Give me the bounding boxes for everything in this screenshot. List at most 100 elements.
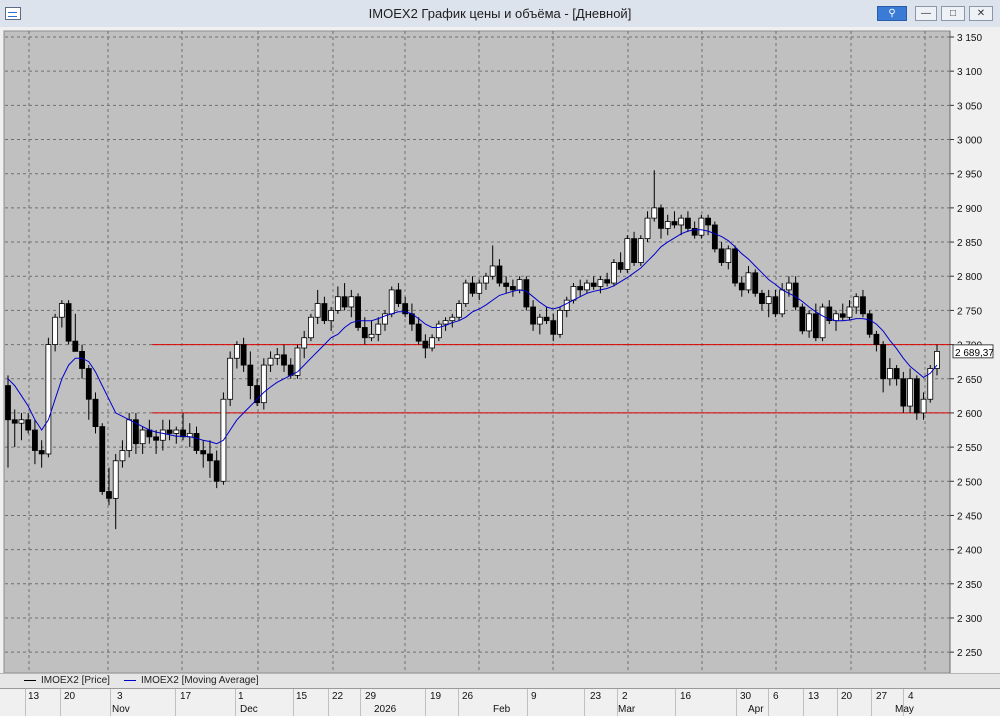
candle-body bbox=[281, 354, 287, 366]
candle-body bbox=[550, 320, 557, 335]
candle-body bbox=[321, 303, 328, 322]
time-axis-tick bbox=[458, 689, 459, 716]
candle-body bbox=[375, 323, 382, 335]
candle-body bbox=[361, 327, 368, 339]
candle-body bbox=[254, 385, 260, 404]
candle-body bbox=[449, 316, 456, 322]
candle-body bbox=[328, 309, 335, 322]
candle-body bbox=[886, 368, 893, 380]
candle-body bbox=[45, 344, 52, 455]
candle-body bbox=[267, 357, 274, 366]
time-axis-month-label: Nov bbox=[112, 704, 130, 715]
plot-area[interactable] bbox=[3, 30, 951, 673]
candle-body bbox=[5, 385, 11, 421]
legend-label-price: IMOEX2 [Price] bbox=[41, 675, 110, 686]
candle-body bbox=[685, 217, 691, 229]
candle-body bbox=[893, 368, 900, 380]
time-axis-month-label: 2026 bbox=[374, 704, 397, 715]
candle-body bbox=[792, 282, 799, 308]
candle-body bbox=[577, 286, 584, 291]
candle-body bbox=[112, 460, 119, 499]
candle-body bbox=[334, 296, 341, 311]
time-axis-tick bbox=[736, 689, 737, 716]
candle-body bbox=[617, 262, 624, 270]
candle-body bbox=[38, 450, 45, 455]
candle-body bbox=[563, 299, 570, 311]
price-axis-label: 3 000 bbox=[957, 136, 982, 147]
time-axis: 13 20 3 17 1 15 22 29 19 26 9 23 2 16 30 6 13 20 27 4 Nov Dec… bbox=[0, 688, 1000, 716]
candle-body bbox=[153, 436, 160, 441]
candle-body bbox=[32, 429, 38, 451]
candle-body bbox=[873, 333, 880, 345]
candle-body bbox=[287, 364, 294, 376]
time-axis-day-label: 2 bbox=[622, 691, 628, 702]
price-axis-label: 3 100 bbox=[957, 67, 982, 78]
time-axis-tick bbox=[235, 689, 236, 716]
close-button[interactable]: ✕ bbox=[969, 6, 993, 21]
candle-body bbox=[651, 207, 658, 219]
candle-body bbox=[308, 316, 314, 339]
candle-body bbox=[557, 309, 563, 335]
candle-body bbox=[503, 282, 510, 287]
time-axis-day-label: 27 bbox=[876, 691, 888, 702]
last-price-marker: 2 689,37 bbox=[952, 344, 994, 359]
candle-body bbox=[711, 224, 718, 250]
time-axis-day-label: 17 bbox=[180, 691, 192, 702]
legend: IMOEX2 [Price] IMOEX2 [Moving Average] bbox=[0, 673, 1000, 689]
candle-body bbox=[166, 429, 173, 434]
last-price-label: 2 689,37 bbox=[955, 348, 994, 359]
candle-body bbox=[58, 303, 65, 318]
time-axis-tick bbox=[584, 689, 585, 716]
candle-body bbox=[483, 275, 489, 284]
candle-body bbox=[907, 378, 913, 407]
candle-body bbox=[772, 296, 779, 315]
candle-body bbox=[388, 289, 395, 315]
maximize-button[interactable]: □ bbox=[941, 6, 965, 21]
legend-label-moving-average: IMOEX2 [Moving Average] bbox=[141, 675, 259, 686]
candle-body bbox=[139, 429, 146, 445]
candle-body bbox=[489, 265, 496, 277]
candle-body bbox=[52, 316, 59, 345]
price-axis-label: 3 150 bbox=[957, 33, 982, 44]
candle-body bbox=[92, 398, 99, 427]
candle-body bbox=[597, 279, 604, 287]
candle-body bbox=[752, 272, 759, 294]
price-axis-label: 2 800 bbox=[957, 272, 982, 283]
time-axis-day-label: 29 bbox=[365, 691, 377, 702]
candle-body bbox=[866, 313, 873, 335]
candle-body bbox=[106, 491, 112, 499]
price-axis-label: 2 550 bbox=[957, 443, 982, 454]
candle-body bbox=[671, 221, 678, 226]
candle-body bbox=[590, 282, 597, 287]
time-axis-tick bbox=[293, 689, 294, 716]
candle-body bbox=[509, 286, 516, 291]
candle-body bbox=[759, 292, 765, 304]
price-axis-label: 2 400 bbox=[957, 546, 982, 557]
candle-body bbox=[536, 316, 543, 325]
candle-body bbox=[819, 306, 826, 339]
minimize-button[interactable]: — bbox=[915, 6, 937, 21]
price-chart[interactable]: 3 150 3 100 3 050 3 000 2 950 2 900 2 850 2 800… bbox=[0, 27, 1000, 673]
candle-body bbox=[99, 426, 106, 492]
candle-body bbox=[718, 248, 725, 263]
time-axis-tick bbox=[360, 689, 361, 716]
candle-body bbox=[11, 419, 18, 424]
candle-body bbox=[799, 306, 806, 332]
candle-body bbox=[785, 282, 792, 291]
candle-body bbox=[604, 279, 611, 284]
time-axis-tick bbox=[110, 689, 111, 716]
time-axis-tick bbox=[527, 689, 528, 716]
candle-body bbox=[119, 450, 126, 462]
candle-body bbox=[240, 344, 247, 366]
candle-body bbox=[348, 296, 355, 308]
candle-body bbox=[913, 378, 920, 414]
pin-button[interactable]: ⚲ bbox=[877, 6, 907, 21]
time-axis-day-label: 15 bbox=[296, 691, 308, 702]
candle-body bbox=[368, 333, 375, 339]
time-axis-month-label: Dec bbox=[240, 704, 258, 715]
candle-body bbox=[853, 296, 860, 308]
candle-body bbox=[934, 351, 940, 369]
price-axis-label: 2 600 bbox=[957, 409, 982, 420]
time-axis-tick bbox=[425, 689, 426, 716]
time-axis-tick bbox=[328, 689, 329, 716]
